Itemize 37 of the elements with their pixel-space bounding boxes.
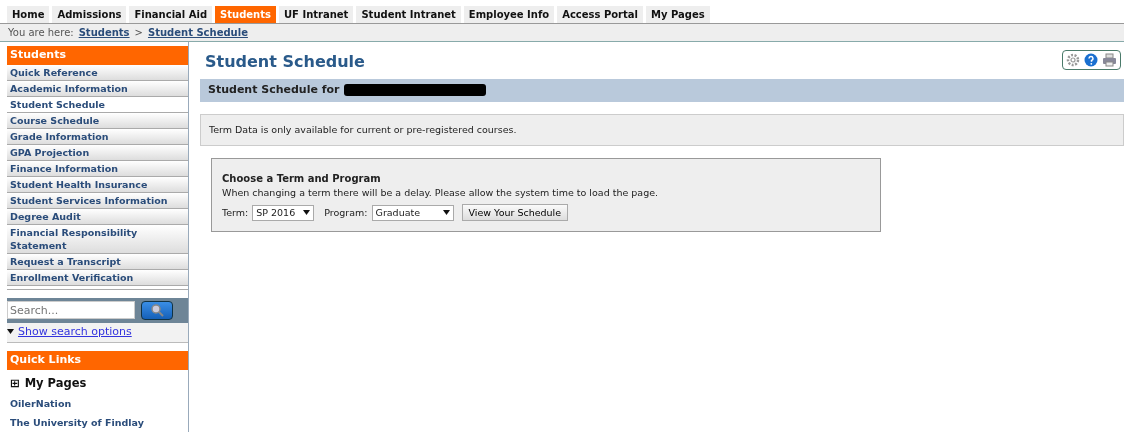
expand-toggle[interactable]: ⊞ (10, 374, 20, 392)
nav-tab[interactable]: Student Intranet (356, 6, 461, 23)
nav-tab[interactable]: Admissions (52, 6, 127, 23)
program-label: Program: (324, 205, 368, 220)
breadcrumb-link[interactable]: Students (78, 25, 130, 40)
breadcrumb-separator: > (134, 26, 143, 40)
term-label: Term: (222, 205, 249, 220)
search-button[interactable] (141, 300, 173, 320)
breadcrumb-prefix: You are here: (8, 26, 74, 40)
caret-icon (7, 329, 14, 335)
sidebar-title: Students (7, 46, 188, 65)
hint-text: When changing a term there will be a delay. Please allow the system time to load the page. (222, 185, 660, 200)
group-label: My Pages (24, 374, 87, 392)
search-field[interactable]: Search... (7, 301, 135, 319)
page-title: Student Schedule (205, 52, 365, 72)
quick-links-title: Quick Links (7, 351, 188, 370)
search-icon (150, 303, 164, 317)
nav-tab[interactable]: Home (7, 6, 50, 23)
nav-tab[interactable]: Access Portal (557, 6, 643, 23)
help-icon[interactable] (1084, 53, 1098, 67)
settings-icon[interactable] (1066, 53, 1080, 67)
quick-link[interactable]: OilerNation (7, 393, 188, 413)
quick-link[interactable]: The University of Findlay (7, 413, 188, 433)
view-schedule-button[interactable]: View Your Schedule (461, 204, 569, 222)
nav-tab[interactable]: UF Intranet (279, 6, 354, 23)
caret-icon (442, 210, 450, 216)
term-dropdown[interactable]: SP 2016 (252, 204, 315, 221)
nav-tab[interactable]: My Pages (646, 6, 710, 23)
notice-text: Term Data is only available for current or pre-registered courses. (209, 122, 518, 137)
program-dropdown[interactable]: Graduate (371, 204, 454, 221)
nav-tab[interactable]: Employee Info (463, 6, 555, 23)
print-icon[interactable] (1102, 53, 1117, 67)
caret-icon (303, 210, 311, 216)
nav-tab[interactable]: Financial Aid (129, 6, 213, 23)
breadcrumb-link[interactable]: Student Schedule (147, 25, 248, 40)
panel-title: Choose a Term and Program (222, 171, 382, 186)
section-header: Student Schedule for (208, 82, 340, 99)
